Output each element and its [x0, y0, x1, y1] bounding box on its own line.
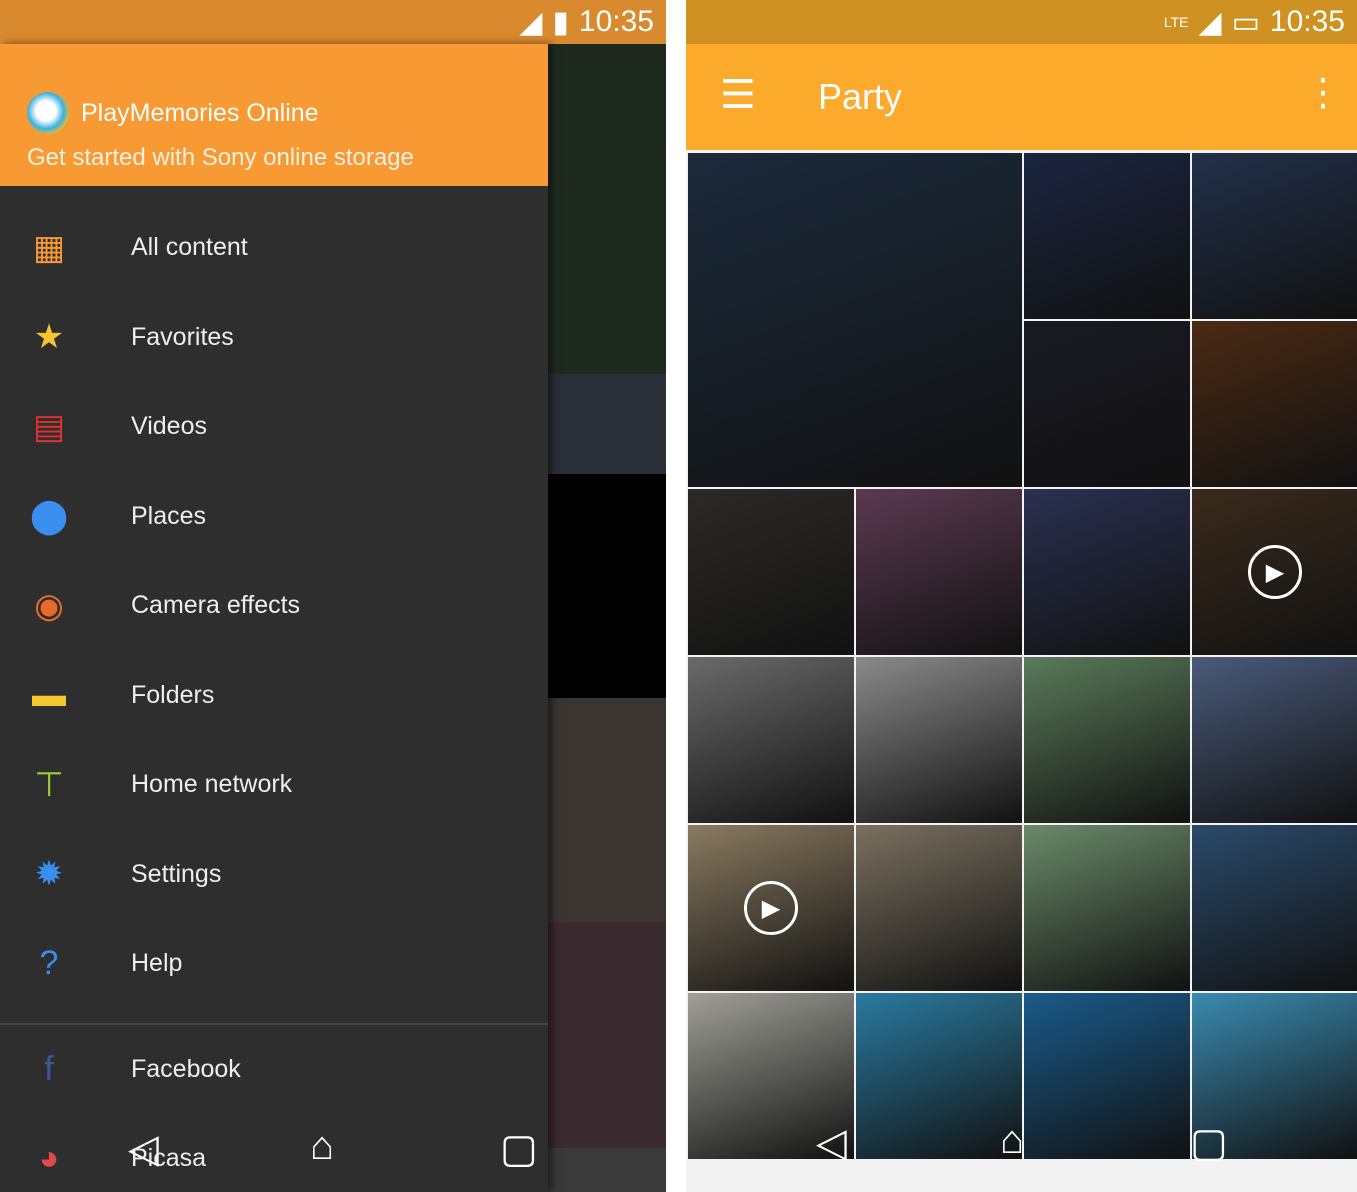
drawer-item-label: Home network — [131, 770, 293, 798]
hamburger-menu-icon[interactable]: ☰ — [720, 72, 756, 118]
drawer-item-places[interactable]: ⬤ Places — [0, 472, 548, 561]
facebook-icon: f — [44, 1050, 54, 1088]
drawer-item-label: Folders — [131, 680, 215, 709]
video-thumbnail[interactable]: ▶ — [1192, 489, 1357, 655]
header-title: PlayMemories Online — [81, 98, 319, 127]
all-content-icon: ▦ — [32, 228, 66, 267]
background-photo — [548, 474, 666, 698]
recents-button[interactable]: ▢ — [500, 1126, 538, 1172]
signal-icon: ◢ — [1198, 5, 1222, 39]
right-phone-screen: LTE ◢ ▭ 10:35 ☰ Party ⋮ ▶ ▶ ◁ ⌂ ▢ — [686, 0, 1357, 1192]
photo-thumbnail[interactable] — [1024, 993, 1190, 1159]
back-button[interactable]: ◁ — [816, 1120, 847, 1166]
drawer-item-home-network[interactable]: ⊤ Home network — [0, 740, 548, 829]
signal-icon: ◢ — [519, 5, 543, 39]
photo-thumbnail[interactable] — [688, 657, 854, 823]
drawer-item-label: Places — [131, 501, 207, 530]
play-icon: ▶ — [1248, 545, 1302, 599]
back-button[interactable]: ◁ — [128, 1126, 159, 1172]
location-pin-icon: ⬤ — [29, 497, 69, 535]
drawer-item-label: All content — [131, 233, 248, 261]
recents-button[interactable]: ▢ — [1190, 1120, 1228, 1166]
drawer-item-folders[interactable]: ▬ Folders — [0, 651, 548, 740]
picasa-icon: ◕ — [38, 1139, 60, 1177]
drawer-item-favorites[interactable]: ★ Favorites — [0, 293, 548, 382]
drawer-item-facebook[interactable]: f Facebook — [0, 1025, 548, 1114]
photo-thumbnail[interactable] — [856, 825, 1022, 991]
drawer-item-label: Favorites — [131, 322, 234, 351]
photo-thumbnail[interactable] — [1192, 825, 1357, 991]
film-icon: ▤ — [32, 407, 66, 446]
background-photo — [548, 374, 666, 474]
drawer-item-picasa[interactable]: ◕ Picasa — [0, 1114, 548, 1192]
battery-icon: ▮ — [552, 5, 569, 39]
background-photo — [548, 1148, 666, 1192]
help-icon: ? — [39, 944, 59, 982]
play-icon: ▶ — [744, 881, 798, 935]
app-bar: ☰ Party ⋮ — [686, 44, 1357, 150]
playmemories-header[interactable]: PlayMemories Online Get started with Son… — [0, 44, 548, 186]
drawer-item-camera-effects[interactable]: ◉ Camera effects — [0, 561, 548, 650]
photo-thumbnail[interactable] — [1024, 657, 1190, 823]
drawer-item-help[interactable]: ? Help — [0, 919, 548, 1008]
status-time: 10:35 — [578, 5, 654, 38]
left-phone-screen: ◢ ▮ 10:35 PlayMemories Online Get starte… — [0, 0, 666, 1192]
camera-effects-icon: ◉ — [34, 586, 64, 625]
status-time: 10:35 — [1269, 5, 1345, 38]
network-type: LTE — [1163, 14, 1189, 30]
battery-icon: ▭ — [1231, 5, 1260, 39]
photo-thumbnail[interactable] — [688, 489, 854, 655]
star-icon: ★ — [33, 318, 65, 356]
photo-thumbnail[interactable] — [1192, 321, 1357, 487]
home-button[interactable]: ⌂ — [1000, 1118, 1024, 1163]
photo-thumbnail[interactable] — [856, 657, 1022, 823]
drawer-item-label: Videos — [131, 412, 207, 440]
photo-grid: ▶ ▶ — [688, 153, 1357, 1159]
drawer-item-all-content[interactable]: ▦ All content — [0, 203, 548, 292]
photo-thumbnail[interactable] — [1024, 825, 1190, 991]
photo-thumbnail[interactable] — [856, 489, 1022, 655]
photo-thumbnail[interactable] — [1192, 153, 1357, 319]
drawer-item-label: Facebook — [131, 1055, 241, 1083]
page-title: Party — [818, 76, 903, 117]
drawer-item-label: Settings — [131, 859, 222, 888]
photo-thumbnail[interactable] — [1024, 321, 1190, 487]
photo-thumbnail[interactable] — [1024, 489, 1190, 655]
background-photo — [548, 922, 666, 1148]
drawer-item-settings[interactable]: ✹ Settings — [0, 830, 548, 919]
divider — [0, 1023, 548, 1025]
status-bar: LTE ◢ ▭ 10:35 — [686, 0, 1357, 44]
photo-thumbnail[interactable] — [688, 153, 1022, 487]
drawer-item-videos[interactable]: ▤ Videos — [0, 382, 548, 471]
gear-icon: ✹ — [34, 855, 64, 893]
photo-thumbnail[interactable] — [1024, 153, 1190, 319]
photo-thumbnail[interactable] — [1192, 657, 1357, 823]
status-bar: ◢ ▮ 10:35 — [0, 0, 666, 44]
video-thumbnail[interactable]: ▶ — [688, 825, 854, 991]
home-network-icon: ⊤ — [34, 765, 64, 804]
drawer-item-label: Help — [131, 949, 183, 977]
navigation-drawer: PlayMemories Online Get started with Son… — [0, 44, 548, 1192]
background-photo — [548, 44, 666, 374]
drawer-item-label: Camera effects — [131, 591, 301, 619]
overflow-menu-icon[interactable]: ⋮ — [1304, 70, 1342, 115]
photo-thumbnail[interactable] — [856, 993, 1022, 1159]
folder-icon: ▬ — [32, 675, 66, 714]
header-subtitle: Get started with Sony online storage — [27, 144, 414, 171]
background-photo — [548, 698, 666, 922]
playmemories-logo-icon — [27, 92, 69, 134]
home-button[interactable]: ⌂ — [310, 1124, 334, 1169]
